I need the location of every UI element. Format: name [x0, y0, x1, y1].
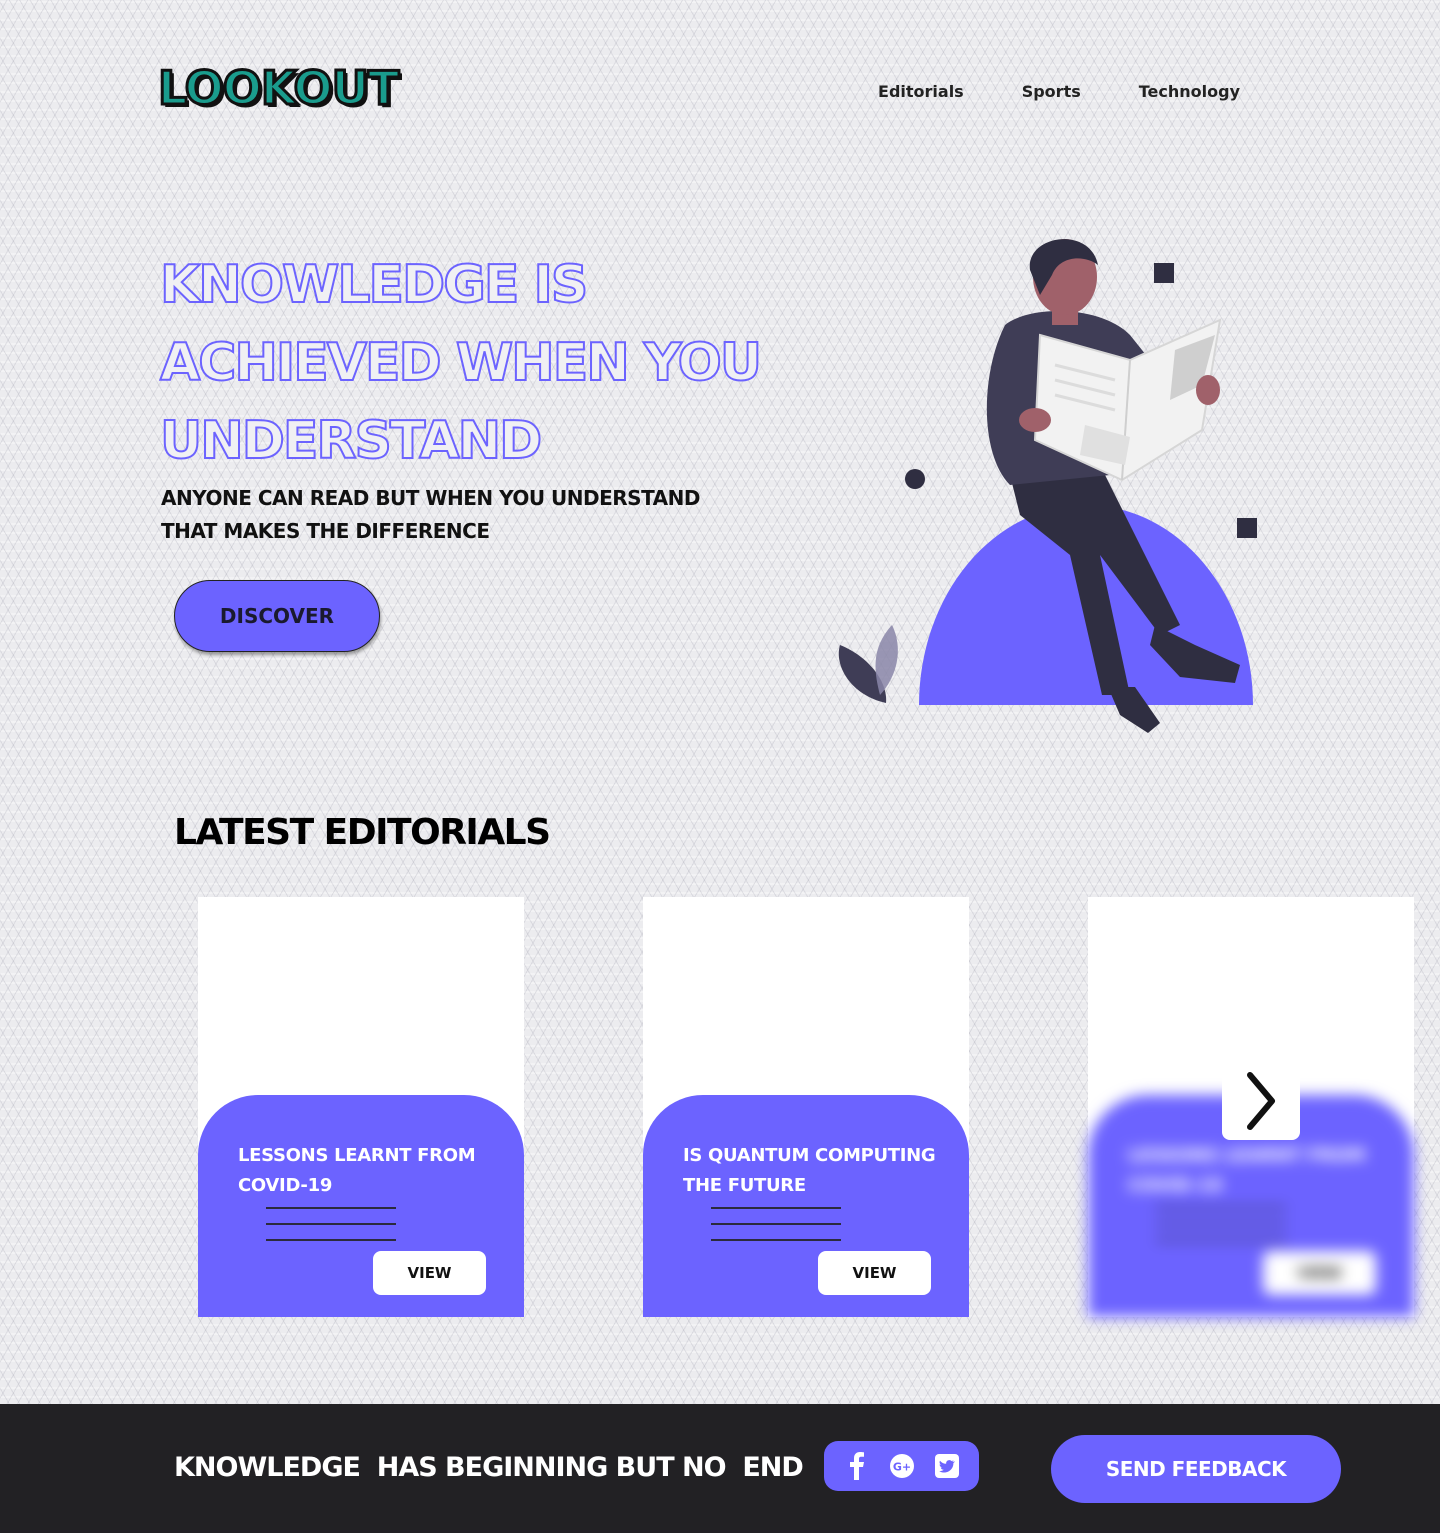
card-title: LESSONS LEARNT FROM COVID-19 [238, 1145, 476, 1196]
editorial-card[interactable]: LESSONS LEARNT FROM COVID-19 VIEW [198, 897, 524, 1317]
card-text-lines [1156, 1207, 1286, 1255]
card-text-lines [266, 1207, 396, 1255]
facebook-icon[interactable] [843, 1452, 871, 1480]
send-feedback-button[interactable]: SEND FEEDBACK [1051, 1435, 1341, 1503]
svg-text:G+: G+ [892, 1461, 910, 1474]
social-links: G+ [824, 1441, 979, 1491]
twitter-icon[interactable] [933, 1452, 961, 1480]
footer-tagline: KNOWLEDGE HAS BEGINNING BUT NO END [174, 1452, 804, 1483]
view-button[interactable]: VIEW [373, 1251, 486, 1295]
card-title: LESSONS LEARNT FROM COVID-19 [1128, 1145, 1366, 1196]
editorial-card[interactable]: IS QUANTUM COMPUTING THE FUTURE VIEW [643, 897, 969, 1317]
site-logo[interactable]: LOOKOUT [156, 63, 400, 114]
card-title: IS QUANTUM COMPUTING THE FUTURE [683, 1145, 936, 1196]
footer: KNOWLEDGE HAS BEGINNING BUT NO END G+ SE… [0, 1404, 1440, 1533]
card-panel: LESSONS LEARNT FROM COVID-19 VIEW [198, 1095, 524, 1317]
chevron-right-icon [1247, 1072, 1275, 1130]
latest-editorials-title: LATEST EDITORIALS [174, 812, 551, 853]
main-nav: Editorials Sports Technology [878, 82, 1240, 101]
view-button[interactable]: VIEW [1263, 1251, 1376, 1295]
card-panel: IS QUANTUM COMPUTING THE FUTURE VIEW [643, 1095, 969, 1317]
nav-technology[interactable]: Technology [1139, 82, 1240, 101]
hero-title: KNOWLEDGE IS ACHIEVED WHEN YOU UNDERSTAN… [159, 254, 763, 472]
carousel-next-button[interactable] [1222, 1062, 1300, 1140]
nav-sports[interactable]: Sports [1022, 82, 1081, 101]
google-plus-icon[interactable]: G+ [888, 1452, 916, 1480]
discover-button[interactable]: DISCOVER [174, 580, 380, 652]
nav-editorials[interactable]: Editorials [878, 82, 964, 101]
card-text-lines [711, 1207, 841, 1255]
view-button[interactable]: VIEW [818, 1251, 931, 1295]
hero-subtitle: ANYONE CAN READ BUT WHEN YOU UNDERSTAND … [161, 486, 701, 543]
reading-person-illustration [838, 239, 1257, 733]
